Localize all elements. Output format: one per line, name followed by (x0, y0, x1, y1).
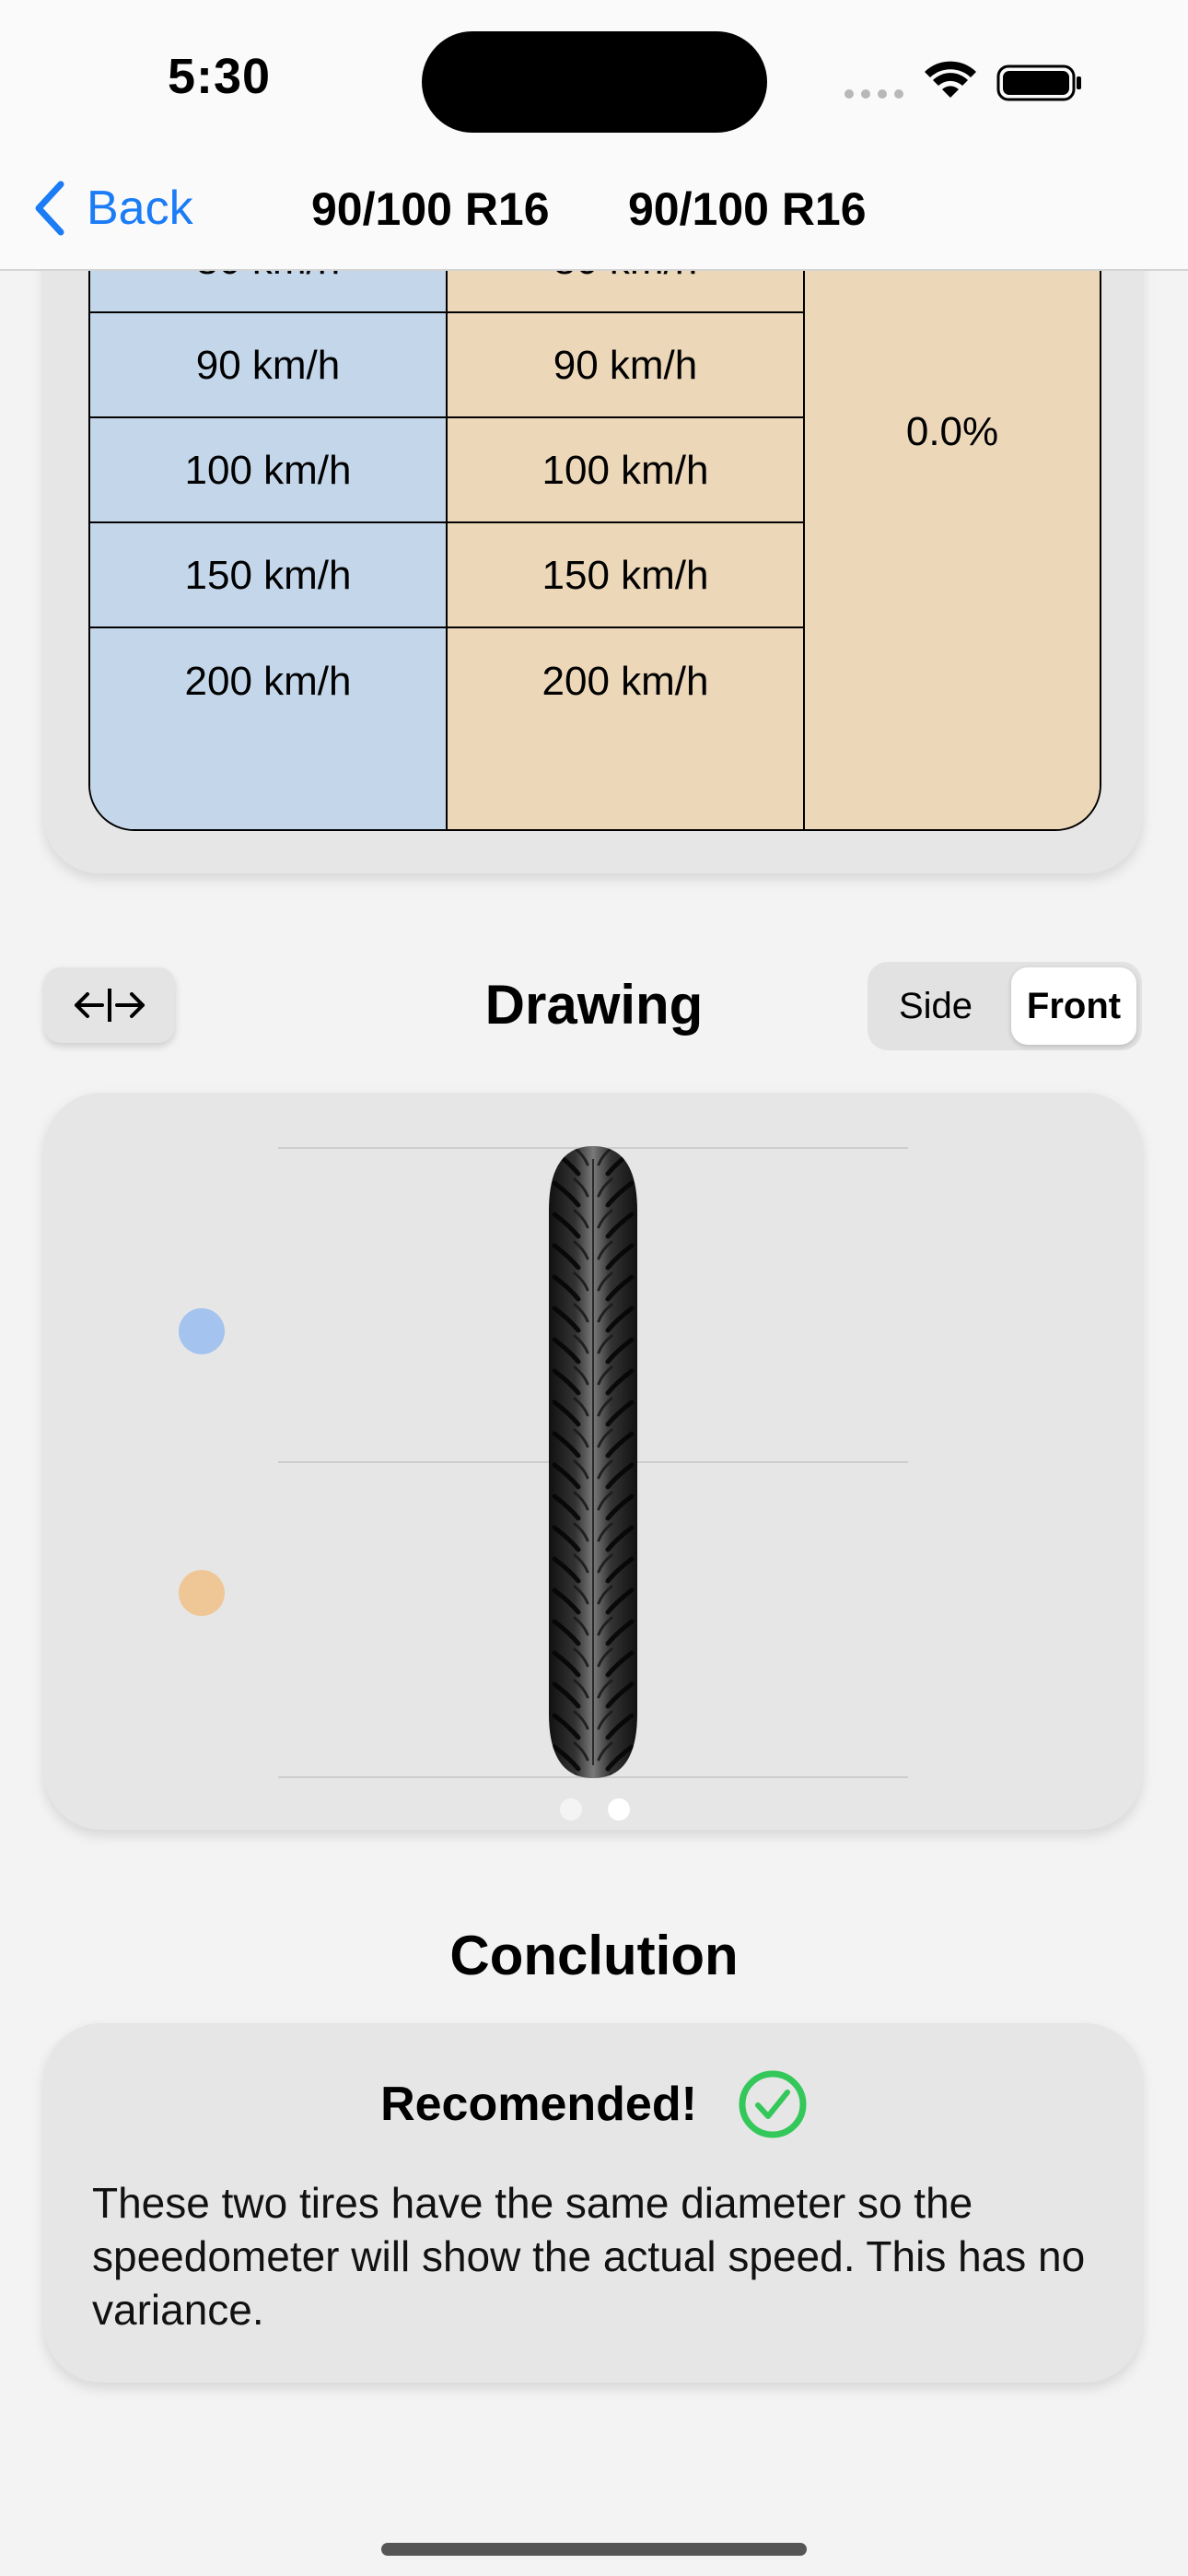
speed-cell-b: 200 km/h (542, 659, 709, 704)
speed-cell-a: 90 km/h (90, 315, 446, 418)
conclusion-text: These two tires have the same diameter s… (92, 2179, 1086, 2334)
dynamic-island (422, 31, 767, 133)
chevron-left-icon (35, 181, 64, 236)
tire-a-title: 90/100 R16 (311, 183, 550, 235)
speed-cell-b: 100 km/h (448, 420, 803, 523)
signal-wifi-battery-icon (844, 61, 1081, 101)
tire-b-legend-dot (179, 1570, 225, 1616)
verdict-label: Recomended! (380, 2078, 697, 2131)
page-indicator-dot-2[interactable] (608, 1798, 630, 1821)
tire-a-legend-dot (179, 1308, 225, 1354)
speed-cell-a: 200 km/h (184, 659, 352, 704)
tire-b-speed-column: 80 km/h 90 km/h 100 km/h 150 km/h 200 km… (448, 184, 805, 829)
verdict-row: Recomended! (0, 2069, 1188, 2139)
navigation-bar: 5:30 Back 90/100 R16 90/100 R16 (0, 0, 1188, 271)
speed-difference: 0.0% (905, 409, 999, 454)
tire-a-speed-column: 80 km/h 90 km/h 100 km/h 150 km/h 200 km… (90, 184, 448, 829)
segment-front[interactable]: Front (1011, 967, 1136, 1045)
view-segmented-control: Side Front (868, 962, 1142, 1050)
segment-side[interactable]: Side (873, 967, 998, 1045)
tire-b-title: 90/100 R16 (628, 183, 867, 235)
tire-front-view (549, 1146, 637, 1778)
conclusion-title: Conclution (449, 1925, 739, 1986)
status-icons (840, 57, 1089, 105)
home-indicator[interactable] (381, 2543, 807, 2556)
speed-cell-a: 150 km/h (90, 525, 446, 628)
difference-column: 0.0% (805, 184, 1100, 829)
speed-cell-a: 100 km/h (90, 420, 446, 523)
back-button[interactable]: Back (33, 179, 193, 238)
speed-table: 80 km/h 90 km/h 100 km/h 150 km/h 200 km… (88, 184, 1101, 831)
back-label: Back (87, 181, 193, 235)
checkmark-circle-icon (739, 2070, 807, 2138)
page-indicator-dot-1[interactable] (560, 1798, 582, 1821)
speed-cell-b: 150 km/h (448, 525, 803, 628)
speed-cell-b: 90 km/h (448, 315, 803, 418)
status-time: 5:30 (168, 49, 272, 104)
